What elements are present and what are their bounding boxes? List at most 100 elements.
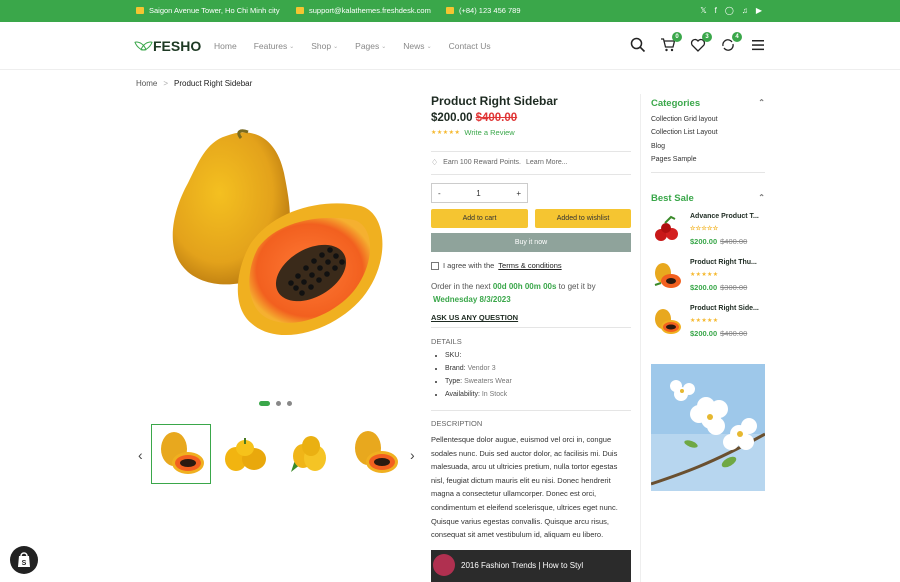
- thumbnail-4[interactable]: [346, 424, 406, 484]
- chevron-left-icon[interactable]: ‹: [138, 447, 143, 463]
- menu-button[interactable]: [750, 37, 766, 53]
- category-item[interactable]: Pages Sample: [651, 156, 765, 163]
- add-to-wishlist-button[interactable]: Added to wishlist: [535, 209, 631, 228]
- details-heading: DETAILS: [431, 337, 462, 346]
- best-sale-title[interactable]: Product Right Side...: [690, 305, 759, 312]
- nav-news[interactable]: News ⌄: [403, 41, 431, 51]
- order-prefix: Order in the next: [431, 282, 491, 291]
- delivery-countdown: Order in the next 00d 00h 00m 00s to get…: [431, 280, 631, 306]
- instagram-icon[interactable]: ◯: [725, 6, 734, 15]
- banner-image[interactable]: [651, 364, 765, 491]
- detail-label: Type:: [445, 378, 463, 385]
- nav-features[interactable]: Features ⌄: [254, 41, 295, 51]
- chevron-down-icon: ⌄: [381, 43, 387, 50]
- qty-minus-button[interactable]: -: [438, 189, 441, 198]
- best-sale-title[interactable]: Advance Product T...: [690, 213, 759, 220]
- price: $200.00: [690, 329, 718, 338]
- category-item[interactable]: Collection Grid layout: [651, 116, 765, 123]
- main-nav: Home Features ⌄ Shop ⌄ Pages ⌄ News ⌄ Contac…: [214, 41, 508, 51]
- delivery-date: Wednesday 8/3/2023: [433, 295, 511, 304]
- mail-icon: [296, 7, 304, 14]
- best-sale-title[interactable]: Product Right Thu...: [690, 259, 757, 266]
- categories-widget: Categories ⌃ Collection Grid layout Coll…: [651, 98, 765, 173]
- price: $200.00: [690, 237, 718, 246]
- best-sale-price: $200.00 $400.00: [690, 329, 747, 338]
- nav-contact[interactable]: Contact Us: [449, 41, 491, 51]
- chevron-right-icon[interactable]: ›: [410, 447, 415, 463]
- yellow-pepper-thumb-image: [225, 438, 266, 471]
- lemon-thumb-image: [291, 436, 326, 472]
- compare-button[interactable]: 4: [720, 32, 742, 53]
- shopify-badge[interactable]: S: [10, 546, 38, 574]
- svg-text:S: S: [22, 560, 27, 567]
- thumbnail-3[interactable]: [281, 424, 341, 484]
- reward-text: Earn 100 Reward Points.: [443, 159, 521, 166]
- chevron-up-icon[interactable]: ⌃: [758, 98, 765, 109]
- slider-dot-1[interactable]: [259, 401, 270, 406]
- breadcrumb-separator: >: [163, 79, 169, 88]
- social-links: 𝕏 f ◯ ♫ ▶: [700, 6, 762, 15]
- thumbnail-1[interactable]: [151, 424, 211, 484]
- learn-more-link[interactable]: Learn More...: [526, 159, 568, 166]
- categories-header[interactable]: Categories ⌃: [651, 98, 765, 109]
- hamburger-icon: [752, 40, 764, 51]
- slider-dot-2[interactable]: [276, 401, 281, 406]
- terms-checkbox[interactable]: [431, 261, 439, 270]
- best-sale-item[interactable]: Product Right Thu... ★★★★★ $200.00 $300.0…: [651, 259, 765, 299]
- best-sale-item[interactable]: Product Right Side... ★★★★★ $200.00 $400.…: [651, 305, 765, 345]
- best-sale-title: Best Sale: [651, 193, 694, 204]
- tiktok-icon[interactable]: ♫: [742, 6, 748, 15]
- channel-avatar: [433, 554, 455, 576]
- youtube-icon[interactable]: ▶: [756, 6, 762, 15]
- wishlist-button[interactable]: 3: [690, 32, 712, 53]
- top-bar: Saigon Avenue Tower, Ho Chi Minh city su…: [0, 0, 900, 22]
- divider: [431, 151, 631, 152]
- phone-info[interactable]: (+84) 123 456 789: [446, 6, 521, 15]
- phone-text[interactable]: (+84) 123 456 789: [459, 6, 521, 15]
- ask-question-link[interactable]: ASK US ANY QUESTION: [431, 313, 518, 322]
- detail-label: SKU:: [445, 352, 462, 359]
- cherry-image: [655, 215, 678, 241]
- add-to-cart-button[interactable]: Add to cart: [431, 209, 528, 228]
- terms-link[interactable]: Terms & conditions: [498, 261, 561, 270]
- nav-pages[interactable]: Pages ⌄: [355, 41, 386, 51]
- product-main-image[interactable]: [166, 128, 396, 353]
- chevron-down-icon: ⌄: [333, 43, 339, 50]
- best-sale-header[interactable]: Best Sale ⌃: [651, 193, 765, 204]
- star-rating-icon: ★★★★★: [431, 130, 461, 136]
- detail-value: Sweaters Wear: [464, 378, 512, 385]
- twitter-icon[interactable]: 𝕏: [700, 6, 706, 15]
- write-review-link[interactable]: Write a Review: [464, 128, 514, 137]
- cart-button[interactable]: 0: [660, 32, 682, 53]
- qty-plus-button[interactable]: +: [516, 189, 521, 198]
- facebook-icon[interactable]: f: [715, 6, 717, 15]
- qty-input[interactable]: 1: [476, 189, 480, 198]
- old-price: $300.00: [720, 283, 748, 292]
- category-item[interactable]: Blog: [651, 143, 765, 150]
- chevron-down-icon: ⌄: [426, 43, 432, 50]
- location-icon: [136, 7, 144, 14]
- product-price: $200.00 $400.00: [431, 112, 631, 124]
- reward-row: ♢ Earn 100 Reward Points. Learn More...: [431, 158, 568, 167]
- best-sale-item[interactable]: Advance Product T... ☆☆☆☆☆ $200.00 $400.0…: [651, 213, 765, 253]
- nav-shop-label: Shop: [311, 41, 332, 51]
- chevron-up-icon[interactable]: ⌃: [758, 193, 765, 204]
- divider: [431, 410, 631, 411]
- nav-home[interactable]: Home: [214, 41, 237, 51]
- search-button[interactable]: [630, 37, 646, 53]
- category-item[interactable]: Collection List Layout: [651, 129, 765, 136]
- email-text[interactable]: support@kalathemes.freshdesk.com: [309, 6, 431, 15]
- nav-shop[interactable]: Shop ⌄: [311, 41, 338, 51]
- search-icon: [630, 37, 646, 53]
- breadcrumb-home[interactable]: Home: [136, 79, 157, 88]
- old-price: $400.00: [475, 112, 518, 124]
- buy-now-button[interactable]: Buy it now: [431, 233, 631, 252]
- email-info[interactable]: support@kalathemes.freshdesk.com: [296, 6, 431, 15]
- slider-dots: [259, 401, 292, 406]
- product-info: Product Right Sidebar $200.00 $400.00 ★★★…: [431, 94, 631, 137]
- product-video[interactable]: 2016 Fashion Trends | How to Styl: [431, 550, 631, 582]
- shopping-bag-icon: S: [18, 552, 30, 567]
- thumbnail-2[interactable]: [216, 424, 276, 484]
- logo[interactable]: FESHO: [136, 38, 201, 54]
- slider-dot-3[interactable]: [287, 401, 292, 406]
